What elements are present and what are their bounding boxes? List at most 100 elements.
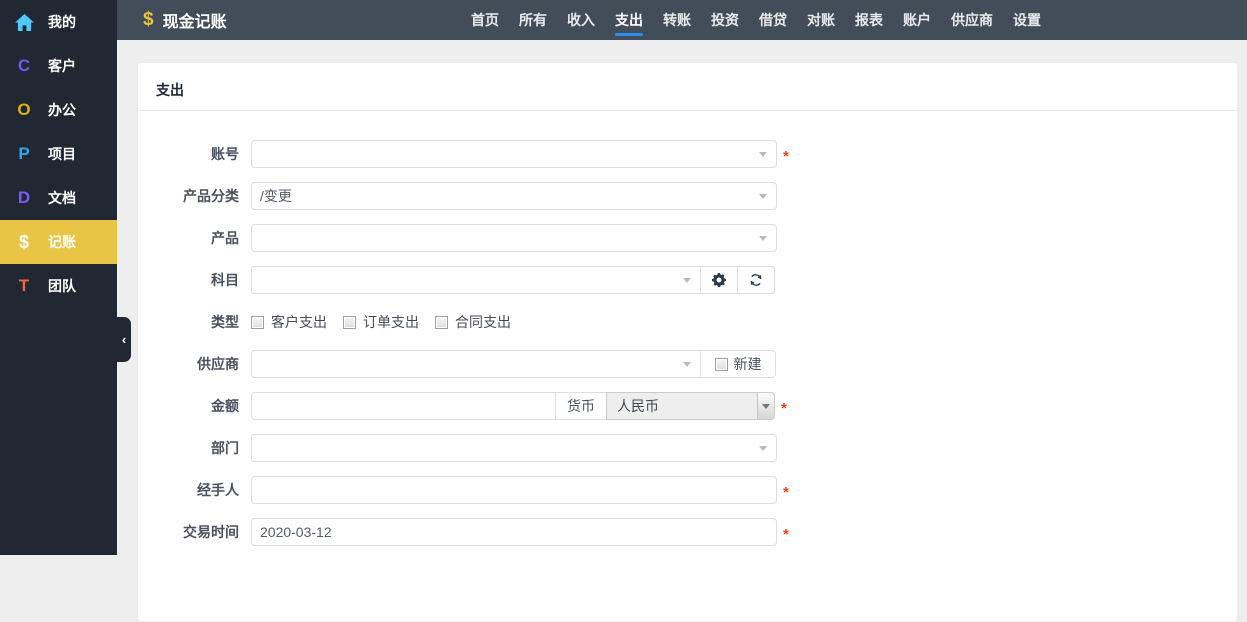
sidebar-item-label: 客户 [48, 56, 76, 76]
chevron-down-icon [759, 236, 767, 241]
product-select[interactable] [251, 224, 777, 252]
nav-item-all[interactable]: 所有 [509, 0, 557, 40]
sidebar-item-bookkeeping[interactable]: $ 记账 [0, 220, 117, 264]
letter-o-icon: O [13, 100, 35, 120]
account-label: 账号 [138, 144, 251, 164]
subject-refresh-button[interactable] [737, 266, 775, 294]
nav-item-income[interactable]: 收入 [557, 0, 605, 40]
handler-label: 经手人 [138, 480, 251, 500]
chevron-down-icon [683, 362, 691, 367]
required-marker: * [781, 400, 787, 417]
type-option-order-expense[interactable]: 订单支出 [343, 312, 419, 332]
currency-select[interactable]: 人民币 [606, 392, 775, 420]
new-supplier-label: 新建 [734, 354, 762, 374]
nav-item-reconciliation[interactable]: 对账 [797, 0, 845, 40]
form-row-amount: 金额 货币 人民币 * [138, 392, 1237, 420]
top-navigation: 首页 所有 收入 支出 转账 投资 借贷 对账 报表 账户 供应商 设置 [461, 0, 1051, 40]
form-row-handler: 经手人 * [138, 476, 1237, 504]
expense-card: 支出 账号 * 产品分类 /变更 [137, 62, 1238, 622]
handler-input[interactable] [251, 476, 777, 504]
letter-t-icon: T [13, 276, 35, 296]
chevron-down-icon [759, 152, 767, 157]
sidebar: 我的 C 客户 O 办公 P 项目 D 文档 $ 记账 T 团队 [0, 0, 117, 555]
form-row-product-category: 产品分类 /变更 [138, 182, 1237, 210]
product-label: 产品 [138, 228, 251, 248]
sidebar-item-label: 文档 [48, 188, 76, 208]
form-row-transaction-time: 交易时间 * [138, 518, 1237, 546]
amount-label: 金额 [138, 396, 251, 416]
sidebar-collapse-button[interactable]: ‹ [117, 317, 131, 362]
form-row-department: 部门 [138, 434, 1237, 462]
letter-p-icon: P [13, 144, 35, 164]
form-row-product: 产品 [138, 224, 1237, 252]
new-supplier-checkbox[interactable] [715, 358, 728, 371]
amount-input[interactable] [251, 392, 556, 420]
chevron-down-icon[interactable] [757, 393, 774, 419]
sidebar-item-label: 办公 [48, 100, 76, 120]
checkbox-icon[interactable] [435, 316, 448, 329]
gear-icon [712, 273, 726, 287]
sidebar-item-projects[interactable]: P 项目 [0, 132, 117, 176]
nav-item-home[interactable]: 首页 [461, 0, 509, 40]
form-row-subject: 科目 [138, 266, 1237, 294]
subject-label: 科目 [138, 270, 251, 290]
letter-d-icon: D [13, 188, 35, 208]
product-category-label: 产品分类 [138, 186, 251, 206]
home-icon [13, 14, 35, 31]
card-title: 支出 [138, 63, 1237, 111]
nav-item-investment[interactable]: 投资 [701, 0, 749, 40]
product-category-value: /变更 [260, 186, 292, 206]
type-label: 类型 [138, 312, 251, 332]
sidebar-item-label: 我的 [48, 12, 76, 32]
sidebar-item-customers[interactable]: C 客户 [0, 44, 117, 88]
form-row-account: 账号 * [138, 140, 1237, 168]
sidebar-item-documents[interactable]: D 文档 [0, 176, 117, 220]
department-label: 部门 [138, 438, 251, 458]
checkbox-icon[interactable] [251, 316, 264, 329]
nav-item-settings[interactable]: 设置 [1003, 0, 1051, 40]
form-row-type: 类型 客户支出 订单支出 合同支出 [138, 308, 1237, 336]
app-title: 现金记账 [163, 8, 227, 32]
app-logo-dollar-icon: $ [143, 9, 154, 31]
supplier-select[interactable] [251, 350, 701, 378]
topbar: $ 现金记账 首页 所有 收入 支出 转账 投资 借贷 对账 报表 账户 供应商… [117, 0, 1247, 40]
sidebar-item-label: 项目 [48, 144, 76, 164]
expense-form: 账号 * 产品分类 /变更 [138, 111, 1237, 546]
chevron-down-icon [759, 446, 767, 451]
nav-item-reports[interactable]: 报表 [845, 0, 893, 40]
nav-item-expense[interactable]: 支出 [605, 0, 653, 40]
currency-value: 人民币 [617, 396, 659, 416]
sidebar-item-my[interactable]: 我的 [0, 0, 117, 44]
department-select[interactable] [251, 434, 777, 462]
sidebar-item-label: 团队 [48, 276, 76, 296]
required-marker: * [783, 484, 789, 501]
chevron-left-icon: ‹ [122, 332, 126, 347]
type-option-customer-expense[interactable]: 客户支出 [251, 312, 327, 332]
supplier-new-addon: 新建 [700, 350, 776, 378]
required-marker: * [783, 148, 789, 165]
chevron-down-icon [683, 278, 691, 283]
sidebar-item-team[interactable]: T 团队 [0, 264, 117, 308]
nav-item-suppliers[interactable]: 供应商 [941, 0, 1003, 40]
form-row-supplier: 供应商 新建 [138, 350, 1237, 378]
product-category-select[interactable]: /变更 [251, 182, 777, 210]
nav-item-accounts[interactable]: 账户 [893, 0, 941, 40]
refresh-icon [749, 273, 763, 287]
nav-item-transfer[interactable]: 转账 [653, 0, 701, 40]
supplier-label: 供应商 [138, 354, 251, 374]
sidebar-item-office[interactable]: O 办公 [0, 88, 117, 132]
currency-addon-label: 货币 [555, 392, 607, 420]
dollar-icon: $ [13, 232, 35, 253]
subject-select[interactable] [251, 266, 701, 294]
type-option-contract-expense[interactable]: 合同支出 [435, 312, 511, 332]
nav-item-loan[interactable]: 借贷 [749, 0, 797, 40]
chevron-down-icon [759, 194, 767, 199]
required-marker: * [783, 526, 789, 543]
account-select[interactable] [251, 140, 777, 168]
letter-c-icon: C [13, 56, 35, 76]
transaction-time-input[interactable] [251, 518, 777, 546]
subject-settings-button[interactable] [700, 266, 738, 294]
transaction-time-label: 交易时间 [138, 522, 251, 542]
main-content: 支出 账号 * 产品分类 /变更 [117, 40, 1247, 555]
checkbox-icon[interactable] [343, 316, 356, 329]
